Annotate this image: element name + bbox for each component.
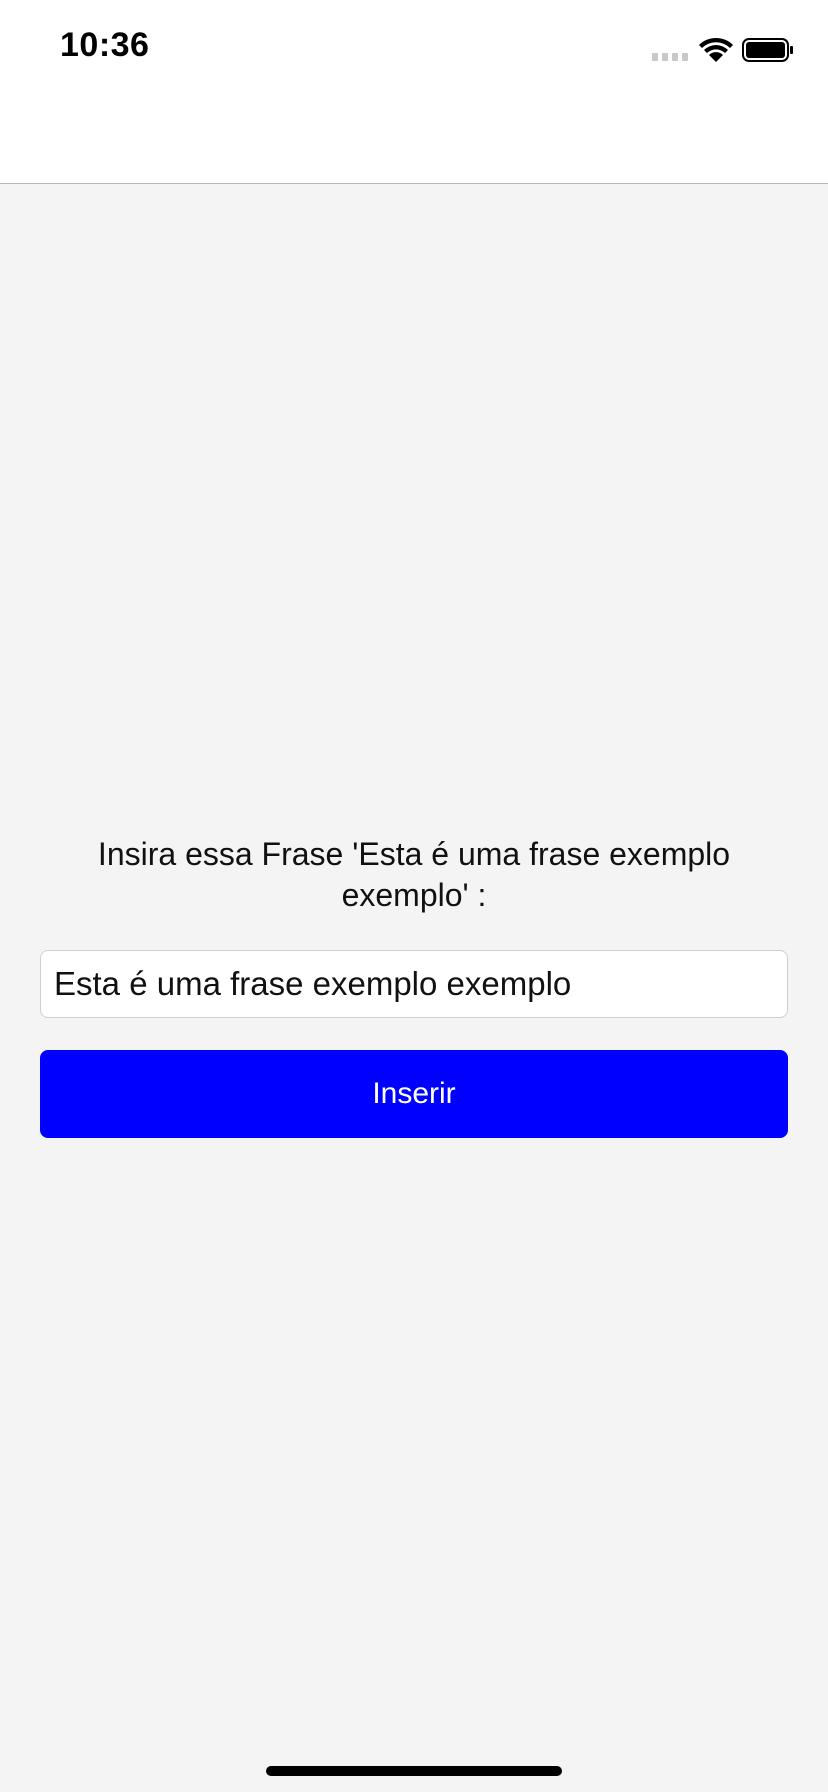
cellular-signal-icon [652, 53, 688, 61]
battery-icon [742, 38, 793, 62]
home-indicator[interactable] [266, 1766, 562, 1776]
phrase-input[interactable] [40, 950, 788, 1018]
insert-button[interactable]: Inserir [40, 1050, 788, 1138]
status-time: 10:36 [60, 26, 150, 64]
wifi-icon [699, 37, 733, 62]
status-bar: 10:36 [0, 0, 828, 184]
prompt-label: Insira essa Frase 'Esta é uma frase exem… [97, 836, 731, 913]
